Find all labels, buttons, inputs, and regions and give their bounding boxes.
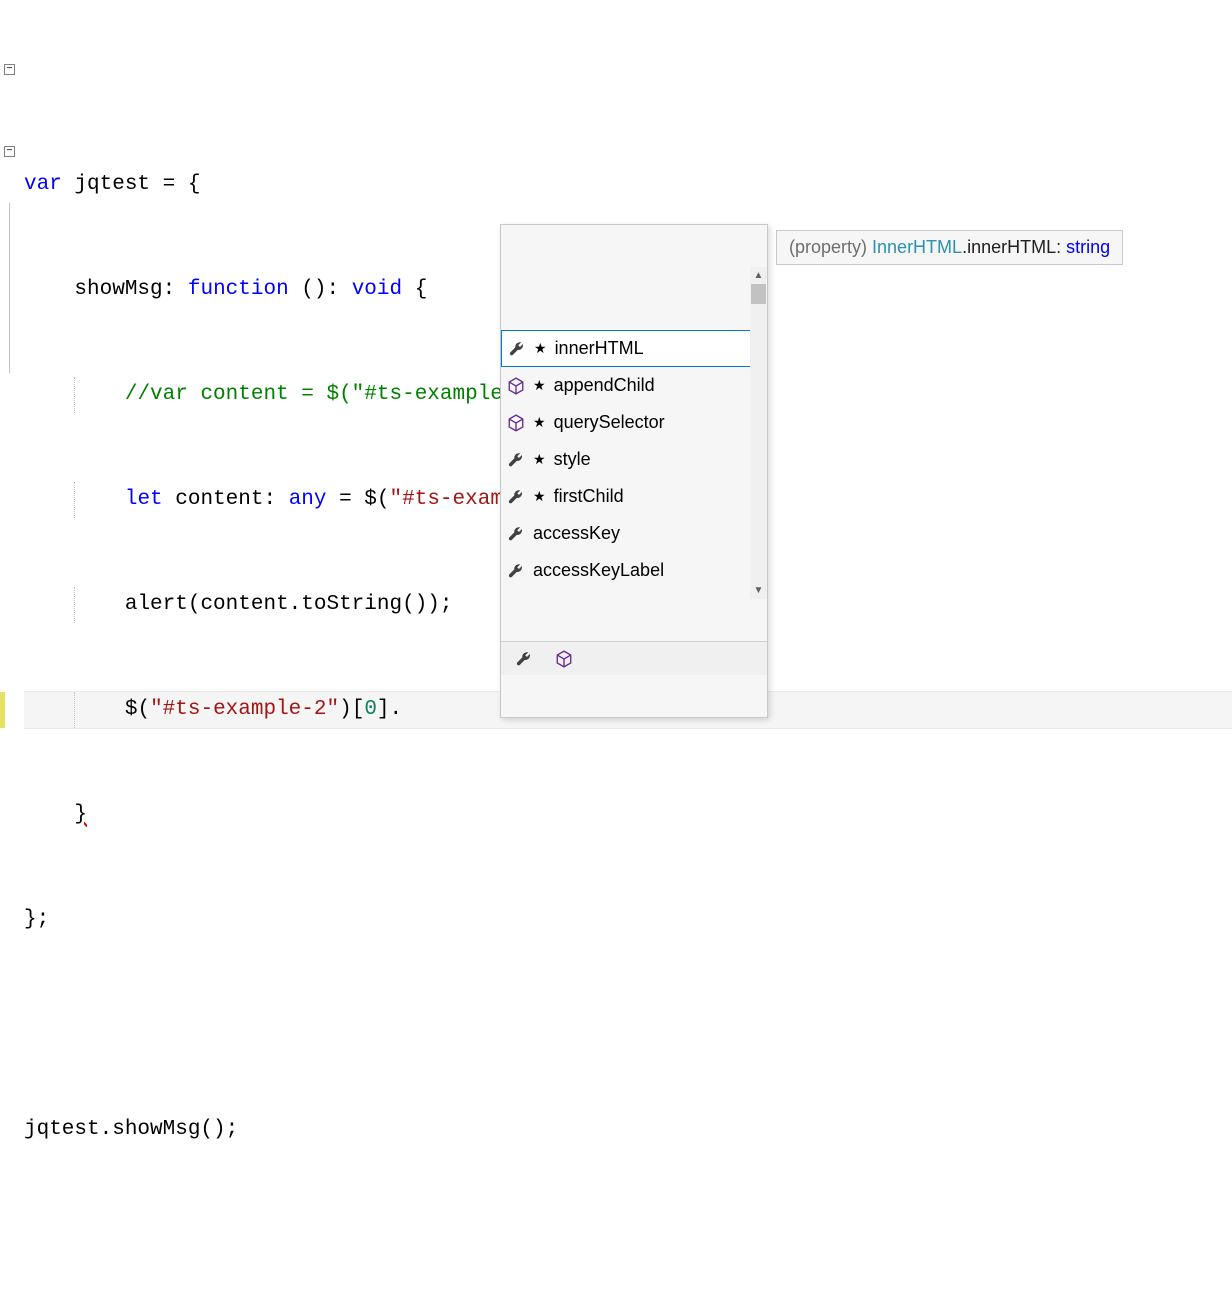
signature-tooltip: (property) InnerHTML.innerHTML: string [776,230,1123,265]
property-icon [507,451,525,469]
code-line[interactable]: jqtest.showMsg(); [24,1112,1232,1148]
suggestion-label: accessKeyLabel [533,560,761,581]
code-line[interactable]: }; [24,902,1232,938]
suggestion-label: querySelector [554,412,761,433]
suggestion-filter-bar [501,641,767,675]
fold-toggle-icon[interactable] [4,64,15,75]
property-icon [507,562,525,580]
star-icon: ★ [533,377,546,394]
suggestion-item[interactable]: accessKey [501,515,767,552]
scrollbar[interactable]: ▲ ▼ [750,267,767,599]
scroll-thumb[interactable] [751,284,766,304]
suggestion-item[interactable]: ★ querySelector [501,404,767,441]
suggestion-label: firstChild [554,486,761,507]
intellisense-popup[interactable]: ★ innerHTML ★ appendChild ★ querySelector ★ sty… [500,224,768,718]
star-icon: ★ [533,451,546,468]
filter-property-icon[interactable] [515,650,533,668]
suggestion-item[interactable]: ★ innerHTML [501,330,767,367]
star-icon: ★ [533,488,546,505]
code-line[interactable] [24,1007,1232,1043]
suggestion-label: innerHTML [555,338,760,359]
suggestion-item[interactable]: ★ appendChild [501,367,767,404]
suggestion-label: addEventListener [533,597,761,599]
suggestion-label: appendChild [554,375,761,396]
modified-marker-icon [0,692,5,728]
property-icon [508,340,526,358]
scroll-up-icon[interactable]: ▲ [750,267,767,284]
method-icon [507,414,525,432]
method-icon [507,599,525,600]
method-icon [507,377,525,395]
suggestion-item[interactable]: accessKeyLabel [501,552,767,589]
suggestion-item[interactable]: ★ style [501,441,767,478]
fold-gutter [0,6,24,419]
star-icon: ★ [533,414,546,431]
suggestion-item[interactable]: ★ firstChild [501,478,767,515]
suggestion-label: accessKey [533,523,761,544]
scroll-down-icon[interactable]: ▼ [750,582,767,599]
code-editor[interactable]: var jqtest = { showMsg: function (): voi… [0,0,1232,1296]
star-icon: ★ [534,340,547,357]
code-line[interactable]: var jqtest = { [24,167,1232,203]
suggestion-label: style [554,449,761,470]
filter-method-icon[interactable] [555,650,573,668]
code-line[interactable]: } [24,797,1232,833]
suggestion-item[interactable]: addEventListener [501,589,767,599]
property-icon [507,488,525,506]
suggestion-list[interactable]: ★ innerHTML ★ appendChild ★ querySelector ★ sty… [501,267,767,599]
property-icon [507,525,525,543]
fold-toggle-icon[interactable] [4,146,15,157]
